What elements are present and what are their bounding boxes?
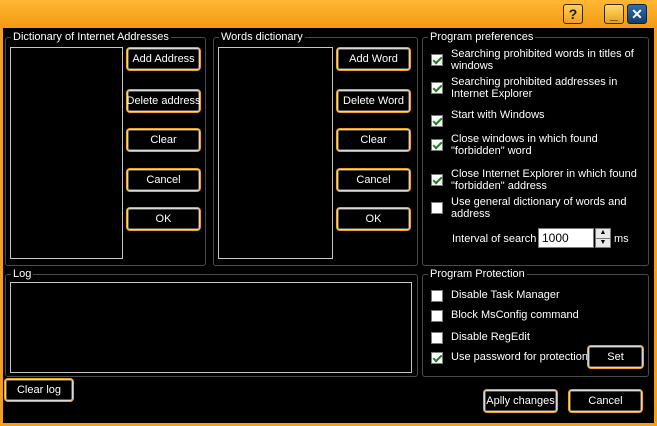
title-bar[interactable]: ? _ ✕ <box>0 0 657 28</box>
preference-label-line: Close windows in which found <box>451 133 598 145</box>
preference-label: Use general dictionary of words and addre… <box>451 196 626 220</box>
protection-option[interactable]: Block MsConfig command <box>431 309 579 322</box>
internet-dictionary-group: Dictionary of Internet Addresses Add Add… <box>5 31 206 266</box>
app-window: ? _ ✕ Dictionary of Internet Addresses A… <box>0 0 657 426</box>
log-legend: Log <box>11 268 34 280</box>
preference-option[interactable]: Searching prohibited words in titles of w… <box>431 48 634 72</box>
preference-label-line: Searching prohibited words in titles of <box>451 48 634 60</box>
preference-label-line: Internet Explorer <box>451 88 533 100</box>
preference-label-line: Use general dictionary of words and <box>451 196 627 208</box>
preference-label-line: "forbidden" word <box>451 145 532 157</box>
protection-label: Disable Task Manager <box>451 289 560 301</box>
preference-checkbox[interactable] <box>431 54 443 66</box>
preference-label-line: Close Internet Explorer in which found <box>451 168 637 180</box>
interval-input[interactable] <box>538 228 594 248</box>
preference-label: Close windows in which found "forbidden" … <box>451 133 598 157</box>
client-area: Dictionary of Internet Addresses Add Add… <box>3 28 654 423</box>
preference-label-line: address <box>451 208 491 220</box>
preference-label-line: windows <box>451 60 494 72</box>
close-button[interactable]: ✕ <box>627 4 647 24</box>
clear-log-button[interactable]: Clear log <box>5 379 73 401</box>
protection-label: Block MsConfig command <box>451 309 579 321</box>
protection-option[interactable]: Use password for protection <box>431 351 588 364</box>
apply-changes-button[interactable]: Aplly changes <box>484 390 557 412</box>
preference-option[interactable]: Start with Windows <box>431 109 545 127</box>
protection-checkbox[interactable] <box>431 290 443 302</box>
words-dictionary-group: Words dictionary Add Word Delete Word Cl… <box>213 31 418 266</box>
help-button[interactable]: ? <box>563 4 583 24</box>
preference-option[interactable]: Close windows in which found "forbidden" … <box>431 133 598 157</box>
preference-checkbox[interactable] <box>431 202 443 214</box>
set-password-button[interactable]: Set <box>588 346 643 368</box>
protection-checkbox[interactable] <box>431 310 443 322</box>
spin-down-icon[interactable]: ▼ <box>596 239 610 248</box>
protection-checkbox[interactable] <box>431 332 443 344</box>
minimize-icon: _ <box>610 6 618 22</box>
preference-label: Close Internet Explorer in which found "f… <box>451 168 637 192</box>
preferences-legend: Program preferences <box>428 31 536 43</box>
preference-label-line: Searching prohibited addresses in <box>451 76 618 88</box>
preference-checkbox[interactable] <box>431 139 443 151</box>
protection-group: Program Protection Disable Task Manager B… <box>422 268 649 377</box>
protection-legend: Program Protection <box>428 268 527 280</box>
address-list[interactable] <box>10 47 123 259</box>
preference-label-line: Start with Windows <box>451 109 545 121</box>
delete-word-button[interactable]: Delete Word <box>337 90 410 112</box>
clear-addresses-button[interactable]: Clear <box>127 129 200 151</box>
preferences-group: Program preferences Searching prohibited… <box>422 31 649 266</box>
preference-option[interactable]: Close Internet Explorer in which found "f… <box>431 168 637 192</box>
interval-label: Interval of search <box>452 233 537 245</box>
preference-label-line: "forbidden" address <box>451 180 547 192</box>
cancel-words-button[interactable]: Cancel <box>337 169 410 191</box>
cancel-button[interactable]: Cancel <box>569 390 642 412</box>
protection-checkbox[interactable] <box>431 352 443 364</box>
add-word-button[interactable]: Add Word <box>337 48 410 70</box>
protection-label: Disable RegEdit <box>451 331 530 343</box>
preference-checkbox[interactable] <box>431 82 443 94</box>
preference-option[interactable]: Use general dictionary of words and addre… <box>431 196 626 220</box>
preference-checkbox[interactable] <box>431 115 443 127</box>
ok-words-button[interactable]: OK <box>337 208 410 230</box>
log-group: Log <box>5 268 418 377</box>
log-textbox[interactable] <box>10 282 412 373</box>
delete-address-button[interactable]: Delete address <box>127 90 201 112</box>
spin-up-icon[interactable]: ▲ <box>596 229 610 239</box>
preference-option[interactable]: Searching prohibited addresses in Interne… <box>431 76 617 100</box>
preference-label: Searching prohibited words in titles of w… <box>451 48 634 72</box>
preference-label: Searching prohibited addresses in Interne… <box>451 76 617 100</box>
preference-checkbox[interactable] <box>431 174 443 186</box>
protection-option[interactable]: Disable RegEdit <box>431 331 530 344</box>
cancel-addresses-button[interactable]: Cancel <box>127 169 200 191</box>
protection-label: Use password for protection <box>451 351 588 363</box>
close-icon: ✕ <box>631 5 643 22</box>
word-list[interactable] <box>218 47 333 259</box>
interval-unit: ms <box>614 233 629 245</box>
interval-spinner[interactable]: ▲ ▼ <box>538 228 611 248</box>
ok-addresses-button[interactable]: OK <box>127 208 200 230</box>
clear-words-button[interactable]: Clear <box>337 129 410 151</box>
add-address-button[interactable]: Add Address <box>127 48 200 70</box>
internet-dictionary-legend: Dictionary of Internet Addresses <box>11 31 171 43</box>
help-icon: ? <box>568 6 578 22</box>
words-dictionary-legend: Words dictionary <box>219 31 305 43</box>
preference-label: Start with Windows <box>451 109 545 121</box>
interval-spin-buttons[interactable]: ▲ ▼ <box>595 228 611 248</box>
protection-option[interactable]: Disable Task Manager <box>431 289 560 302</box>
minimize-button[interactable]: _ <box>604 4 624 24</box>
